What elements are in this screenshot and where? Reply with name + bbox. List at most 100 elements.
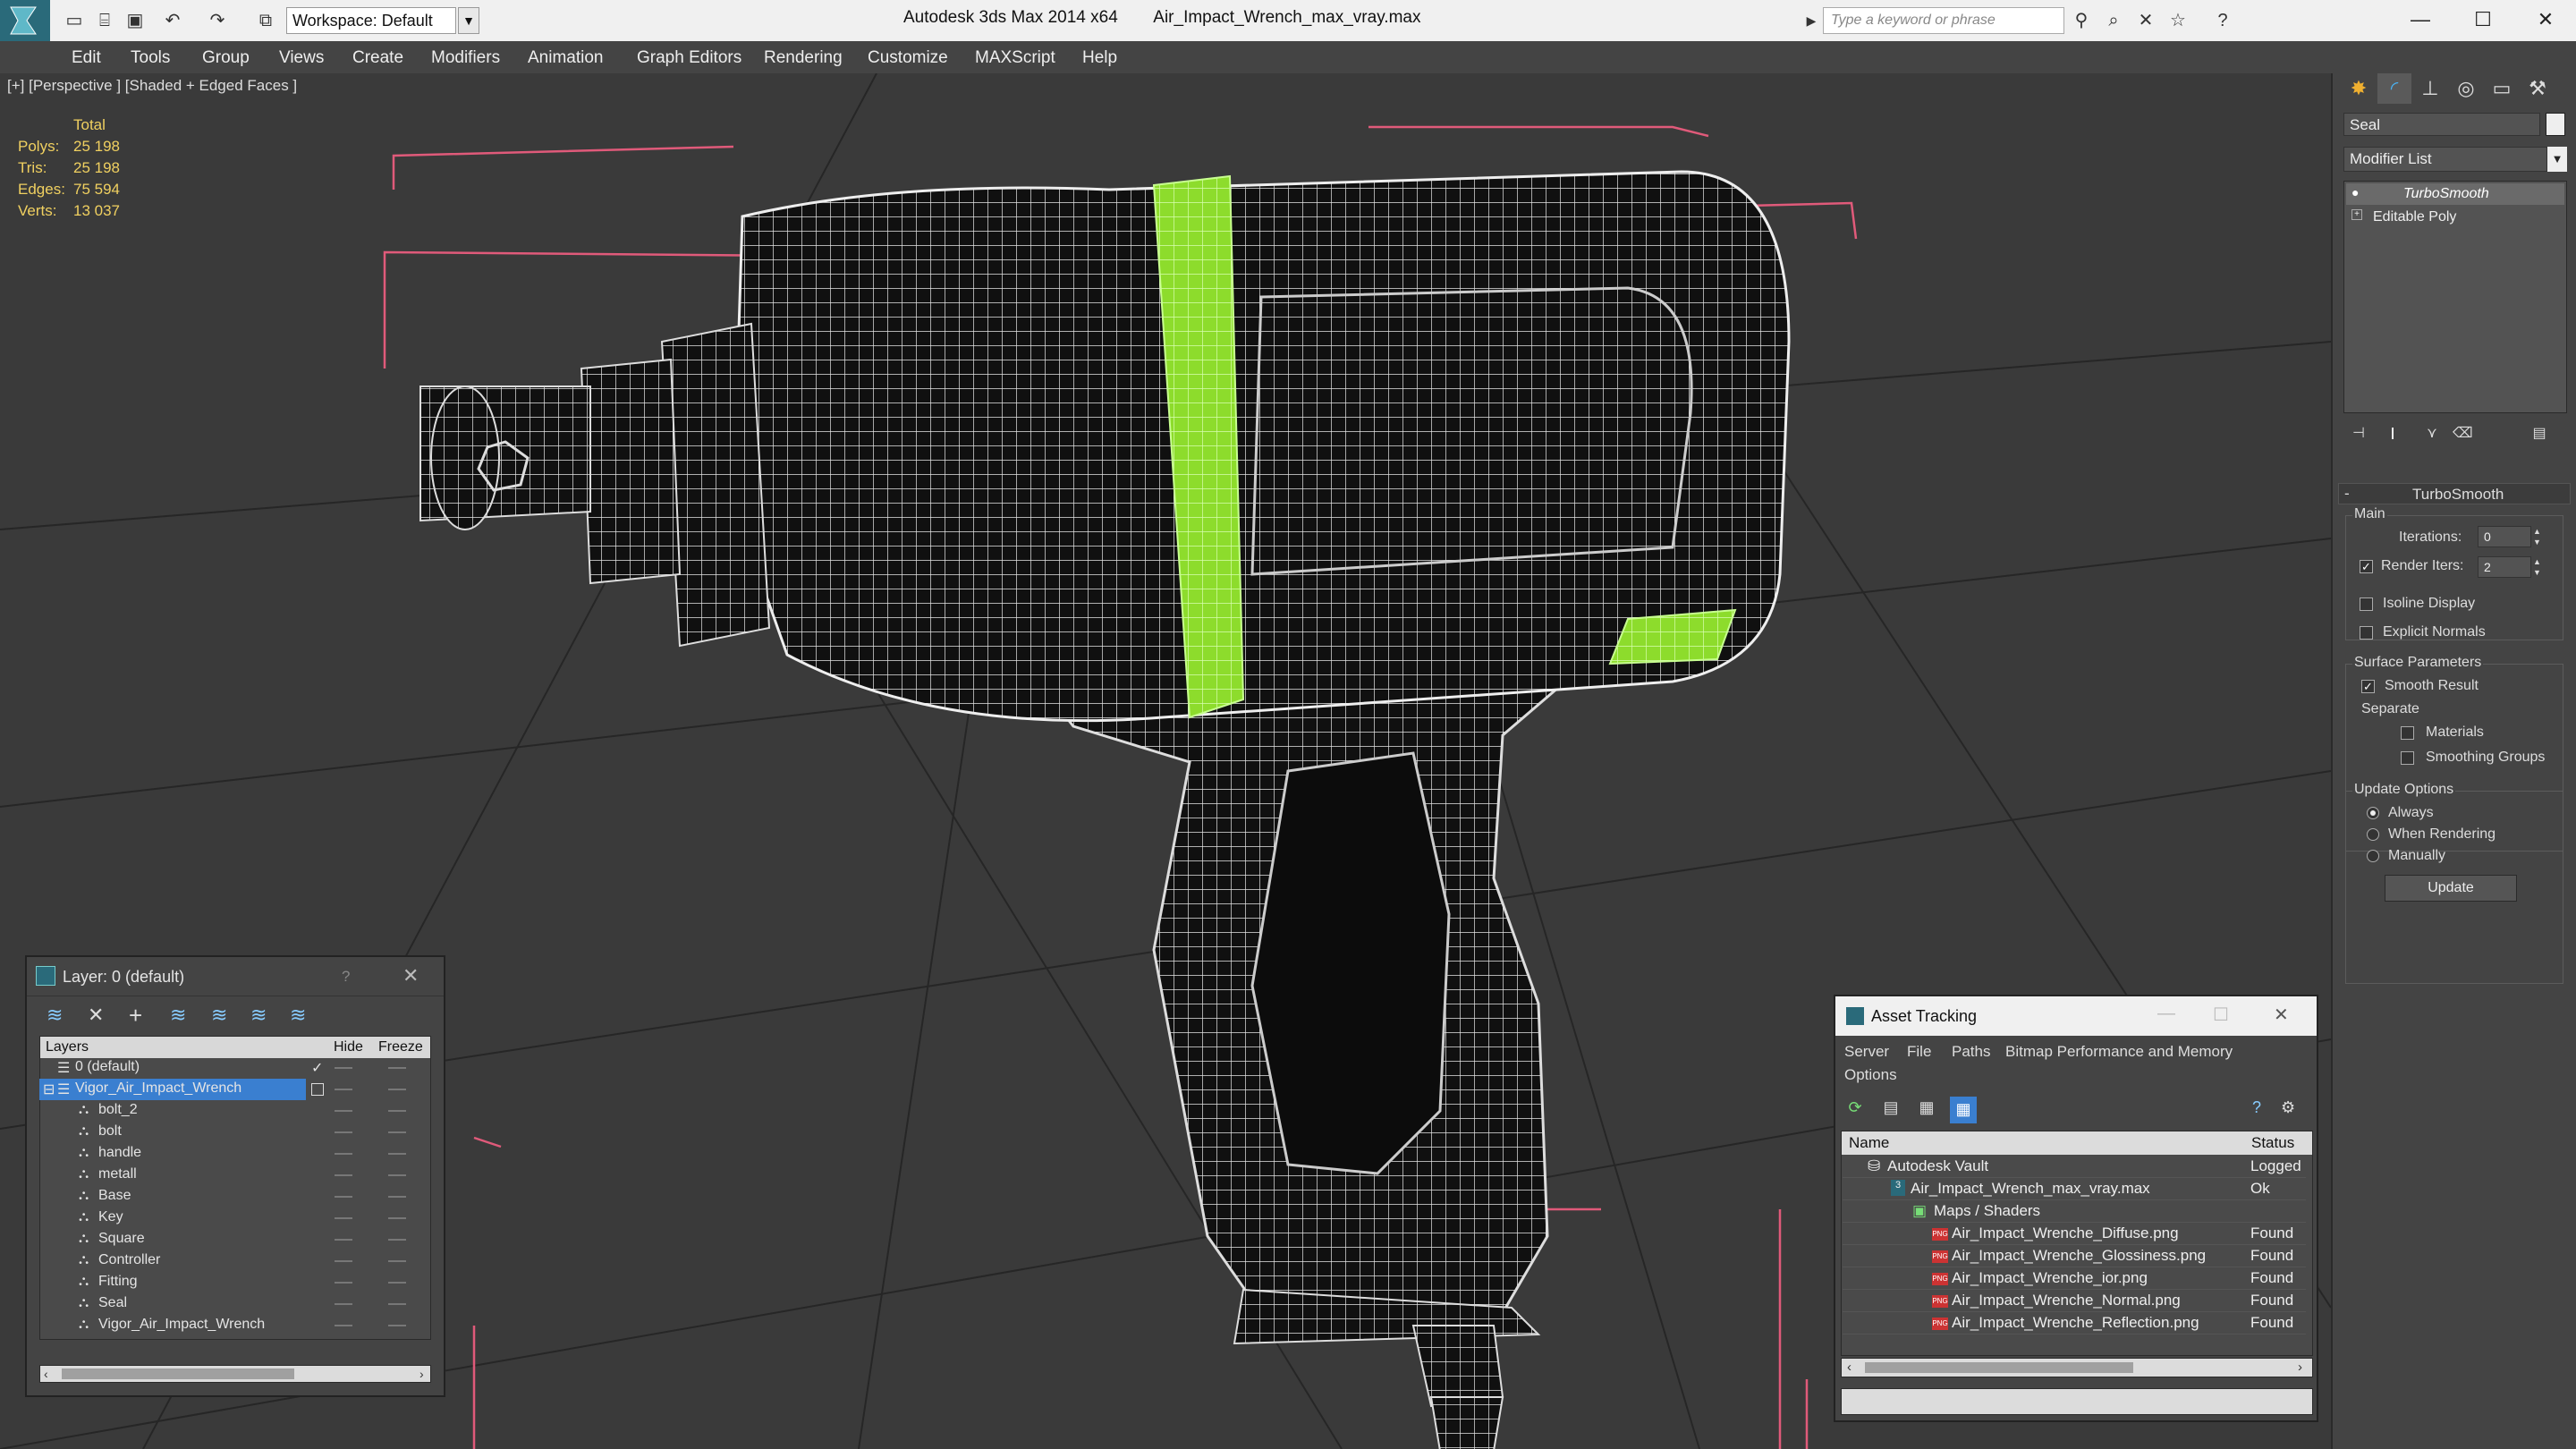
favorites-star-icon[interactable]: ☆ [2168,11,2188,30]
menu-edit[interactable]: Edit [72,48,101,68]
delete-layer-icon[interactable]: ✕ [88,1004,104,1027]
asset-row[interactable]: ⛁ Autodesk Vault Logged [1843,1156,2306,1178]
asset-row[interactable]: ▣ Maps / Shaders [1843,1200,2306,1223]
make-unique-icon[interactable]: ⋎ [2422,424,2442,444]
workspace-select[interactable]: Workspace: Default [286,7,456,34]
hierarchy-tab-icon[interactable]: ⊥ [2413,73,2447,104]
freeze-all-icon[interactable]: ≋ [290,1004,306,1027]
modify-tab-icon[interactable]: ◜ [2377,73,2411,104]
communication-center-icon[interactable]: ⌕ [2104,11,2123,30]
lightbulb-icon[interactable]: ● [2351,185,2359,199]
spinner-arrows-icon[interactable]: ▲ ▼ [2533,526,2546,547]
menu-rendering[interactable]: Rendering [764,48,843,68]
object-row[interactable]: ⛬ Key [39,1208,431,1229]
isoline-display-checkbox[interactable] [2360,597,2373,611]
asset-tracking-titlebar[interactable]: Asset Tracking — ☐ ✕ [1835,996,2317,1036]
menu-modifiers[interactable]: Modifiers [431,48,500,68]
object-row[interactable]: ⛬ metall [39,1165,431,1186]
help-icon[interactable]: ? [2252,1098,2261,1117]
binoculars-icon[interactable]: ⚲ [2072,11,2091,30]
render-iters-spinner[interactable]: 2 [2478,556,2531,578]
menu-maxscript[interactable]: MAXScript [975,48,1055,68]
set-current-box-icon[interactable] [311,1083,324,1096]
close-button[interactable]: ✕ [2274,1004,2289,1026]
object-row[interactable]: ⛬ Controller [39,1250,431,1272]
project-folder-icon[interactable]: ⧉ [256,11,275,30]
menu-graph-editors[interactable]: Graph Editors [637,48,741,68]
iterations-spinner[interactable]: 0 [2478,526,2531,547]
col-layers[interactable]: Layers [46,1039,89,1055]
object-row[interactable]: ⛬ Seal [39,1293,431,1315]
rollout-header[interactable]: - TurboSmooth [2338,483,2571,504]
manually-radio[interactable] [2367,850,2379,862]
thumbnail-view-icon[interactable]: ▦ [1916,1098,1937,1120]
app-logo-icon[interactable] [0,0,50,41]
menu-customize[interactable]: Customize [868,48,948,68]
col-name[interactable]: Name [1849,1134,1889,1152]
motion-tab-icon[interactable]: ◎ [2449,73,2483,104]
stack-item-turbosmooth[interactable]: ● TurboSmooth [2346,183,2564,205]
asset-menu-file[interactable]: File [1907,1043,1931,1061]
object-row[interactable]: ⛬ bolt [39,1122,431,1143]
chevron-down-icon[interactable]: ▼ [458,7,479,34]
spinner-arrows-icon[interactable]: ▲ ▼ [2533,556,2546,578]
explicit-normals-checkbox[interactable] [2360,626,2373,640]
current-layer-check-icon[interactable]: ✓ [311,1059,323,1077]
asset-row[interactable]: 3 Air_Impact_Wrench_max_vray.max Ok [1843,1178,2306,1200]
layer-row-selected[interactable]: ⊟ ☰ Vigor_Air_Impact_Wrench [39,1079,431,1100]
settings-icon[interactable]: ⚙ [2281,1098,2295,1117]
subscription-icon[interactable]: ✕ [2136,11,2156,30]
horizontal-scrollbar[interactable]: ‹ › [39,1365,431,1383]
maximize-button[interactable]: ☐ [2456,4,2510,36]
layer-manager-titlebar[interactable]: Layer: 0 (default) ? ✕ [27,957,444,996]
redo-icon[interactable]: ↷ [208,11,227,30]
always-radio[interactable] [2367,807,2379,819]
col-freeze[interactable]: Freeze [378,1039,423,1055]
asset-row[interactable]: PNG Air_Impact_Wrenche_Normal.png Found [1843,1290,2306,1312]
menu-help[interactable]: Help [1082,48,1117,68]
asset-row[interactable]: PNG Air_Impact_Wrenche_Diffuse.png Found [1843,1223,2306,1245]
asset-menu-paths[interactable]: Paths [1952,1043,1990,1061]
update-button[interactable]: Update [2385,875,2517,902]
minimize-button[interactable]: — [2157,1004,2175,1024]
menu-views[interactable]: Views [279,48,324,68]
search-input[interactable]: Type a keyword or phrase [1823,7,2064,34]
object-row[interactable]: ⛬ Square [39,1229,431,1250]
refresh-icon[interactable]: ⟳ [1844,1098,1866,1120]
asset-path-field[interactable] [1841,1388,2313,1415]
new-file-icon[interactable]: ▭ [64,11,84,30]
scrollbar-thumb[interactable] [62,1368,294,1379]
save-icon[interactable]: ▣ [125,11,145,30]
scroll-left-icon[interactable]: ‹ [1847,1360,1852,1375]
render-iters-checkbox[interactable]: ✓ [2360,560,2373,573]
menu-create[interactable]: Create [352,48,403,68]
minimize-button[interactable]: — [2394,4,2447,36]
scroll-right-icon[interactable]: › [419,1367,424,1381]
object-row[interactable]: ⛬ Vigor_Air_Impact_Wrench [39,1315,431,1336]
open-file-icon[interactable]: ⌸ [95,11,114,30]
expand-arrow-icon[interactable]: ▶ [1801,11,1821,30]
close-icon[interactable]: ✕ [402,964,419,987]
stack-item-editable-poly[interactable]: + Editable Poly [2346,207,2564,228]
help-icon[interactable]: ? [342,968,350,986]
materials-checkbox[interactable] [2401,726,2414,740]
layer-row[interactable]: ☰ 0 (default) ✓ [39,1057,431,1079]
asset-menu-options[interactable]: Options [1844,1066,1897,1084]
chevron-down-icon[interactable]: ▼ [2547,147,2567,172]
object-row[interactable]: ⛬ Fitting [39,1272,431,1293]
utilities-tab-icon[interactable]: ⚒ [2521,73,2555,104]
list-view-icon[interactable]: ▤ [1880,1098,1902,1120]
asset-row[interactable]: PNG Air_Impact_Wrenche_ior.png Found [1843,1267,2306,1290]
smoothing-groups-checkbox[interactable] [2401,751,2414,765]
expand-plus-icon[interactable]: + [2351,209,2362,220]
scroll-right-icon[interactable]: › [2298,1360,2302,1375]
add-to-layer-icon[interactable]: + [129,1002,142,1030]
table-view-icon[interactable]: ▦ [1950,1097,1977,1123]
asset-menu-bitmap[interactable]: Bitmap Performance and Memory [2005,1043,2233,1061]
configure-sets-icon[interactable]: ▤ [2529,424,2549,444]
asset-row[interactable]: PNG Air_Impact_Wrenche_Glossiness.png Foun… [1843,1245,2306,1267]
hide-all-icon[interactable]: ≋ [250,1004,267,1027]
menu-animation[interactable]: Animation [528,48,604,68]
menu-group[interactable]: Group [202,48,250,68]
scroll-left-icon[interactable]: ‹ [44,1367,48,1381]
